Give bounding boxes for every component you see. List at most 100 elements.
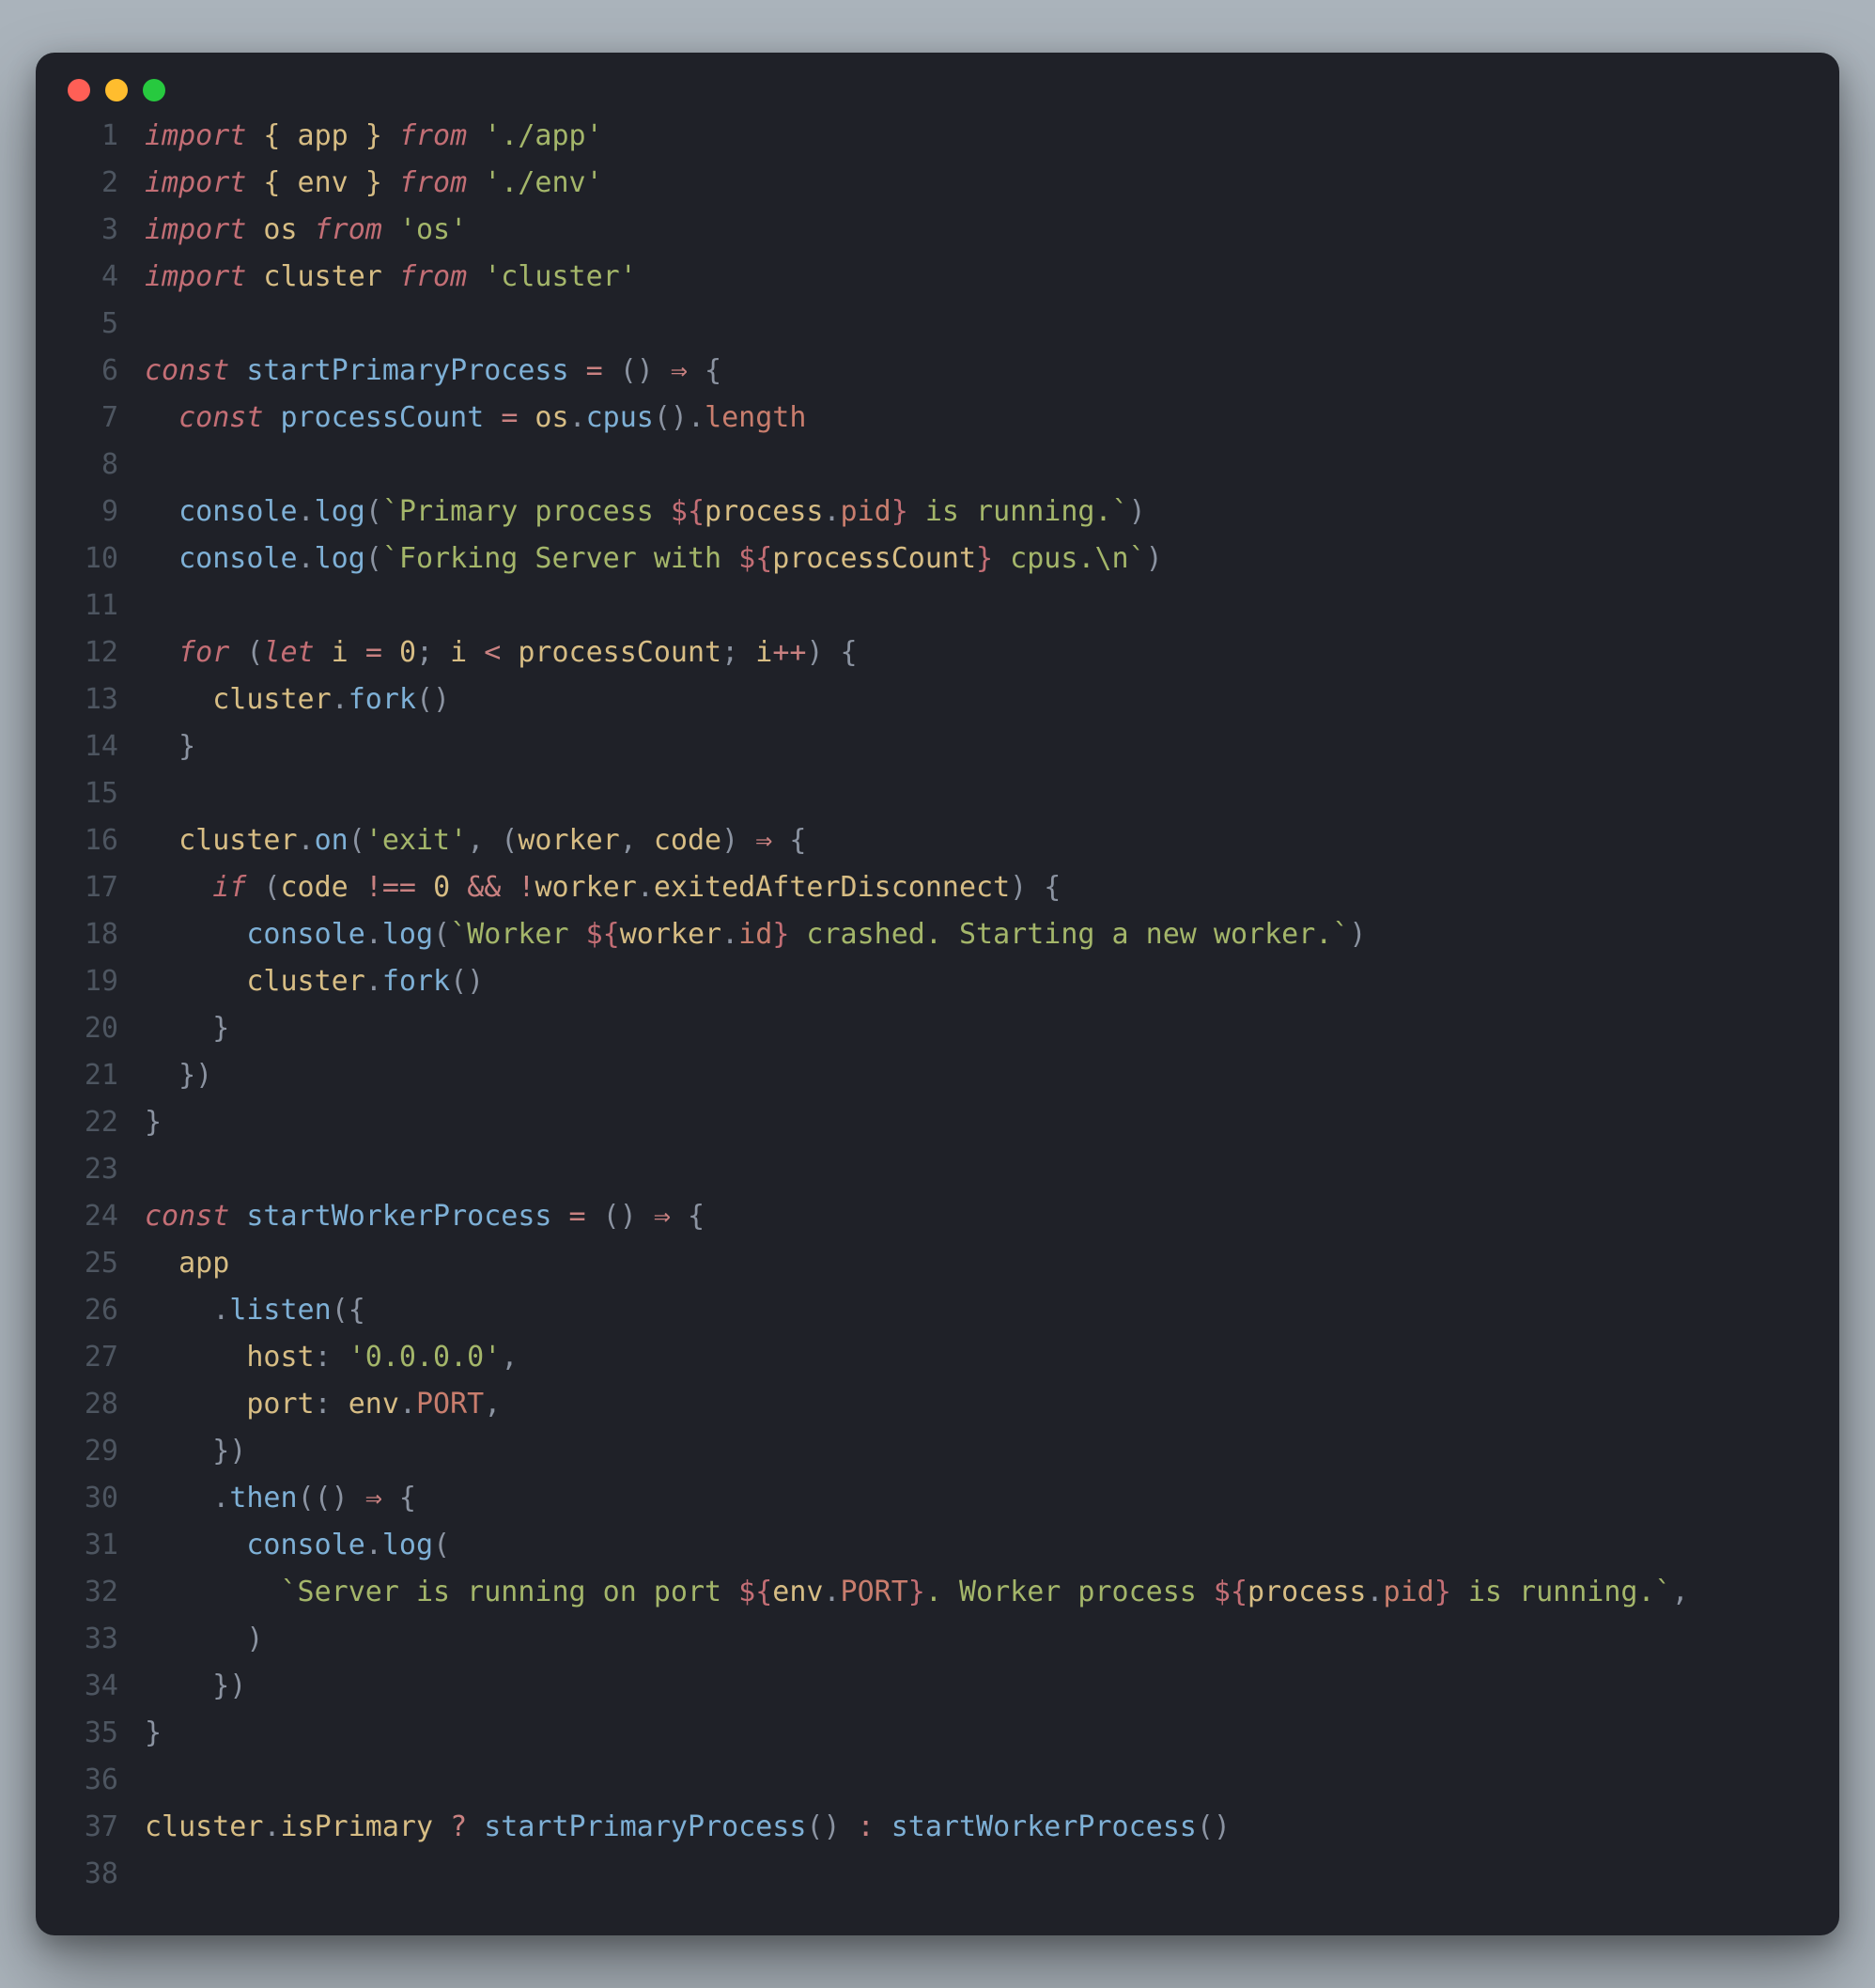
code-line: 3import os from 'os': [56, 207, 1811, 254]
code-text: .listen({: [145, 1287, 365, 1334]
code-text: [145, 442, 162, 489]
code-line: 33 ): [56, 1616, 1811, 1663]
code-text: `Server is running on port ${env.PORT}. …: [145, 1569, 1689, 1616]
line-number: 20: [56, 1005, 145, 1052]
line-number: 16: [56, 817, 145, 864]
code-window: 1import { app } from './app'2import { en…: [36, 53, 1839, 1935]
line-number: 5: [56, 301, 145, 348]
line-number: 22: [56, 1099, 145, 1146]
line-number: 23: [56, 1146, 145, 1193]
code-text: [145, 1757, 162, 1804]
line-number: 36: [56, 1757, 145, 1804]
code-text: [145, 582, 162, 629]
line-number: 26: [56, 1287, 145, 1334]
code-line: 14 }: [56, 723, 1811, 770]
code-text: }): [145, 1052, 212, 1099]
line-number: 13: [56, 676, 145, 723]
code-text: cluster.on('exit', (worker, code) ⇒ {: [145, 817, 806, 864]
line-number: 3: [56, 207, 145, 254]
code-text: host: '0.0.0.0',: [145, 1334, 518, 1381]
code-text: }: [145, 723, 195, 770]
traffic-light-minimize-icon[interactable]: [105, 79, 128, 101]
code-text: const startWorkerProcess = () ⇒ {: [145, 1193, 705, 1240]
code-line: 28 port: env.PORT,: [56, 1381, 1811, 1428]
line-number: 34: [56, 1663, 145, 1710]
line-number: 30: [56, 1475, 145, 1522]
line-number: 8: [56, 442, 145, 489]
code-line: 15: [56, 770, 1811, 817]
code-line: 5: [56, 301, 1811, 348]
line-number: 6: [56, 348, 145, 395]
code-line: 37cluster.isPrimary ? startPrimaryProces…: [56, 1804, 1811, 1851]
code-line: 35}: [56, 1710, 1811, 1757]
code-line: 38: [56, 1851, 1811, 1898]
code-line: 17 if (code !== 0 && !worker.exitedAfter…: [56, 864, 1811, 911]
line-number: 9: [56, 489, 145, 536]
code-text: console.log(`Primary process ${process.p…: [145, 489, 1146, 536]
traffic-light-close-icon[interactable]: [68, 79, 90, 101]
code-line: 4import cluster from 'cluster': [56, 254, 1811, 301]
line-number: 12: [56, 629, 145, 676]
window-titlebar: [36, 53, 1839, 113]
line-number: 25: [56, 1240, 145, 1287]
code-line: 34 }): [56, 1663, 1811, 1710]
line-number: 21: [56, 1052, 145, 1099]
code-line: 18 console.log(`Worker ${worker.id} cras…: [56, 911, 1811, 958]
code-text: const startPrimaryProcess = () ⇒ {: [145, 348, 721, 395]
code-text: cluster.fork(): [145, 676, 450, 723]
code-line: 32 `Server is running on port ${env.PORT…: [56, 1569, 1811, 1616]
code-line: 21 }): [56, 1052, 1811, 1099]
code-text: console.log(: [145, 1522, 450, 1569]
code-text: import cluster from 'cluster': [145, 254, 637, 301]
code-line: 36: [56, 1757, 1811, 1804]
code-text: [145, 1146, 162, 1193]
line-number: 33: [56, 1616, 145, 1663]
code-line: 13 cluster.fork(): [56, 676, 1811, 723]
code-text: if (code !== 0 && !worker.exitedAfterDis…: [145, 864, 1061, 911]
code-line: 23: [56, 1146, 1811, 1193]
line-number: 15: [56, 770, 145, 817]
line-number: 32: [56, 1569, 145, 1616]
code-text: [145, 770, 162, 817]
code-line: 1import { app } from './app': [56, 113, 1811, 160]
code-text: app: [145, 1240, 229, 1287]
code-text: port: env.PORT,: [145, 1381, 501, 1428]
code-line: 25 app: [56, 1240, 1811, 1287]
code-text: const processCount = os.cpus().length: [145, 395, 806, 442]
line-number: 29: [56, 1428, 145, 1475]
line-number: 19: [56, 958, 145, 1005]
code-text: }: [145, 1005, 229, 1052]
code-text: cluster.fork(): [145, 958, 484, 1005]
code-line: 19 cluster.fork(): [56, 958, 1811, 1005]
code-line: 29 }): [56, 1428, 1811, 1475]
line-number: 24: [56, 1193, 145, 1240]
code-text: import os from 'os': [145, 207, 467, 254]
line-number: 17: [56, 864, 145, 911]
code-text: import { app } from './app': [145, 113, 603, 160]
code-text: }: [145, 1710, 162, 1757]
code-text: }: [145, 1099, 162, 1146]
code-text: cluster.isPrimary ? startPrimaryProcess(…: [145, 1804, 1231, 1851]
line-number: 35: [56, 1710, 145, 1757]
code-line: 10 console.log(`Forking Server with ${pr…: [56, 536, 1811, 582]
code-text: [145, 301, 162, 348]
code-text: [145, 1851, 162, 1898]
code-text: console.log(`Forking Server with ${proce…: [145, 536, 1163, 582]
code-line: 26 .listen({: [56, 1287, 1811, 1334]
code-line: 9 console.log(`Primary process ${process…: [56, 489, 1811, 536]
code-line: 12 for (let i = 0; i < processCount; i++…: [56, 629, 1811, 676]
code-line: 2import { env } from './env': [56, 160, 1811, 207]
line-number: 28: [56, 1381, 145, 1428]
code-text: }): [145, 1663, 246, 1710]
code-text: console.log(`Worker ${worker.id} crashed…: [145, 911, 1366, 958]
code-line: 22}: [56, 1099, 1811, 1146]
code-line: 27 host: '0.0.0.0',: [56, 1334, 1811, 1381]
line-number: 38: [56, 1851, 145, 1898]
traffic-light-zoom-icon[interactable]: [143, 79, 165, 101]
code-text: import { env } from './env': [145, 160, 603, 207]
code-line: 16 cluster.on('exit', (worker, code) ⇒ {: [56, 817, 1811, 864]
line-number: 2: [56, 160, 145, 207]
code-line: 11: [56, 582, 1811, 629]
code-text: }): [145, 1428, 246, 1475]
code-line: 6const startPrimaryProcess = () ⇒ {: [56, 348, 1811, 395]
